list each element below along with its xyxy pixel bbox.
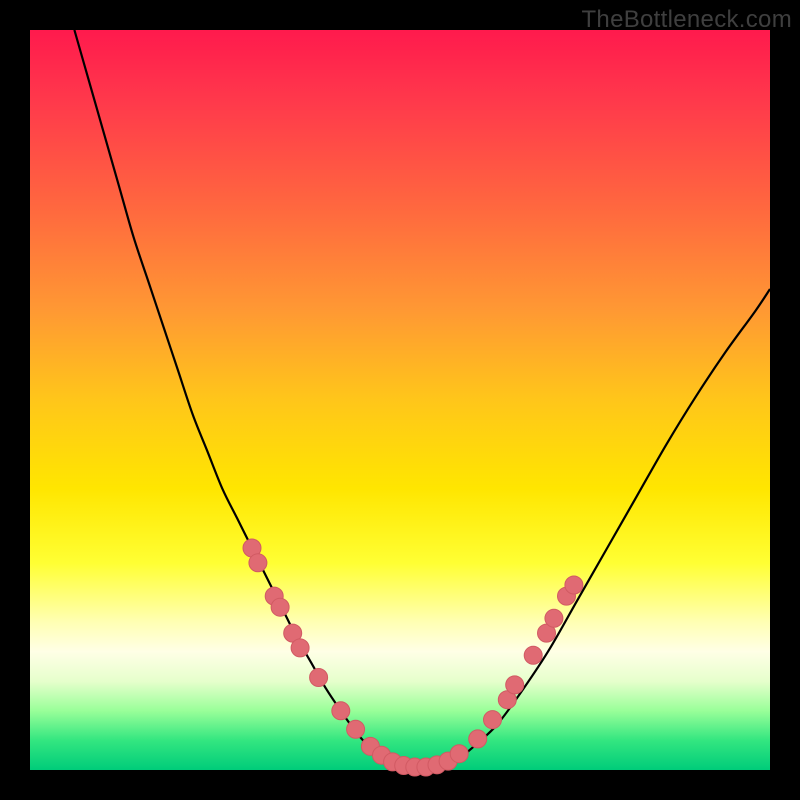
chart-frame: TheBottleneck.com [0, 0, 800, 800]
data-marker [271, 598, 289, 616]
data-marker [291, 639, 309, 657]
data-marker [484, 711, 502, 729]
bottleneck-curve [74, 30, 770, 767]
data-marker [332, 702, 350, 720]
chart-svg [30, 30, 770, 770]
data-marker [524, 646, 542, 664]
data-marker [450, 745, 468, 763]
data-marker [565, 576, 583, 594]
data-marker [545, 609, 563, 627]
data-marker [310, 669, 328, 687]
data-marker [469, 730, 487, 748]
data-marker [347, 720, 365, 738]
plot-area [30, 30, 770, 770]
data-marker [249, 554, 267, 572]
data-marker [506, 676, 524, 694]
data-markers [243, 539, 583, 776]
